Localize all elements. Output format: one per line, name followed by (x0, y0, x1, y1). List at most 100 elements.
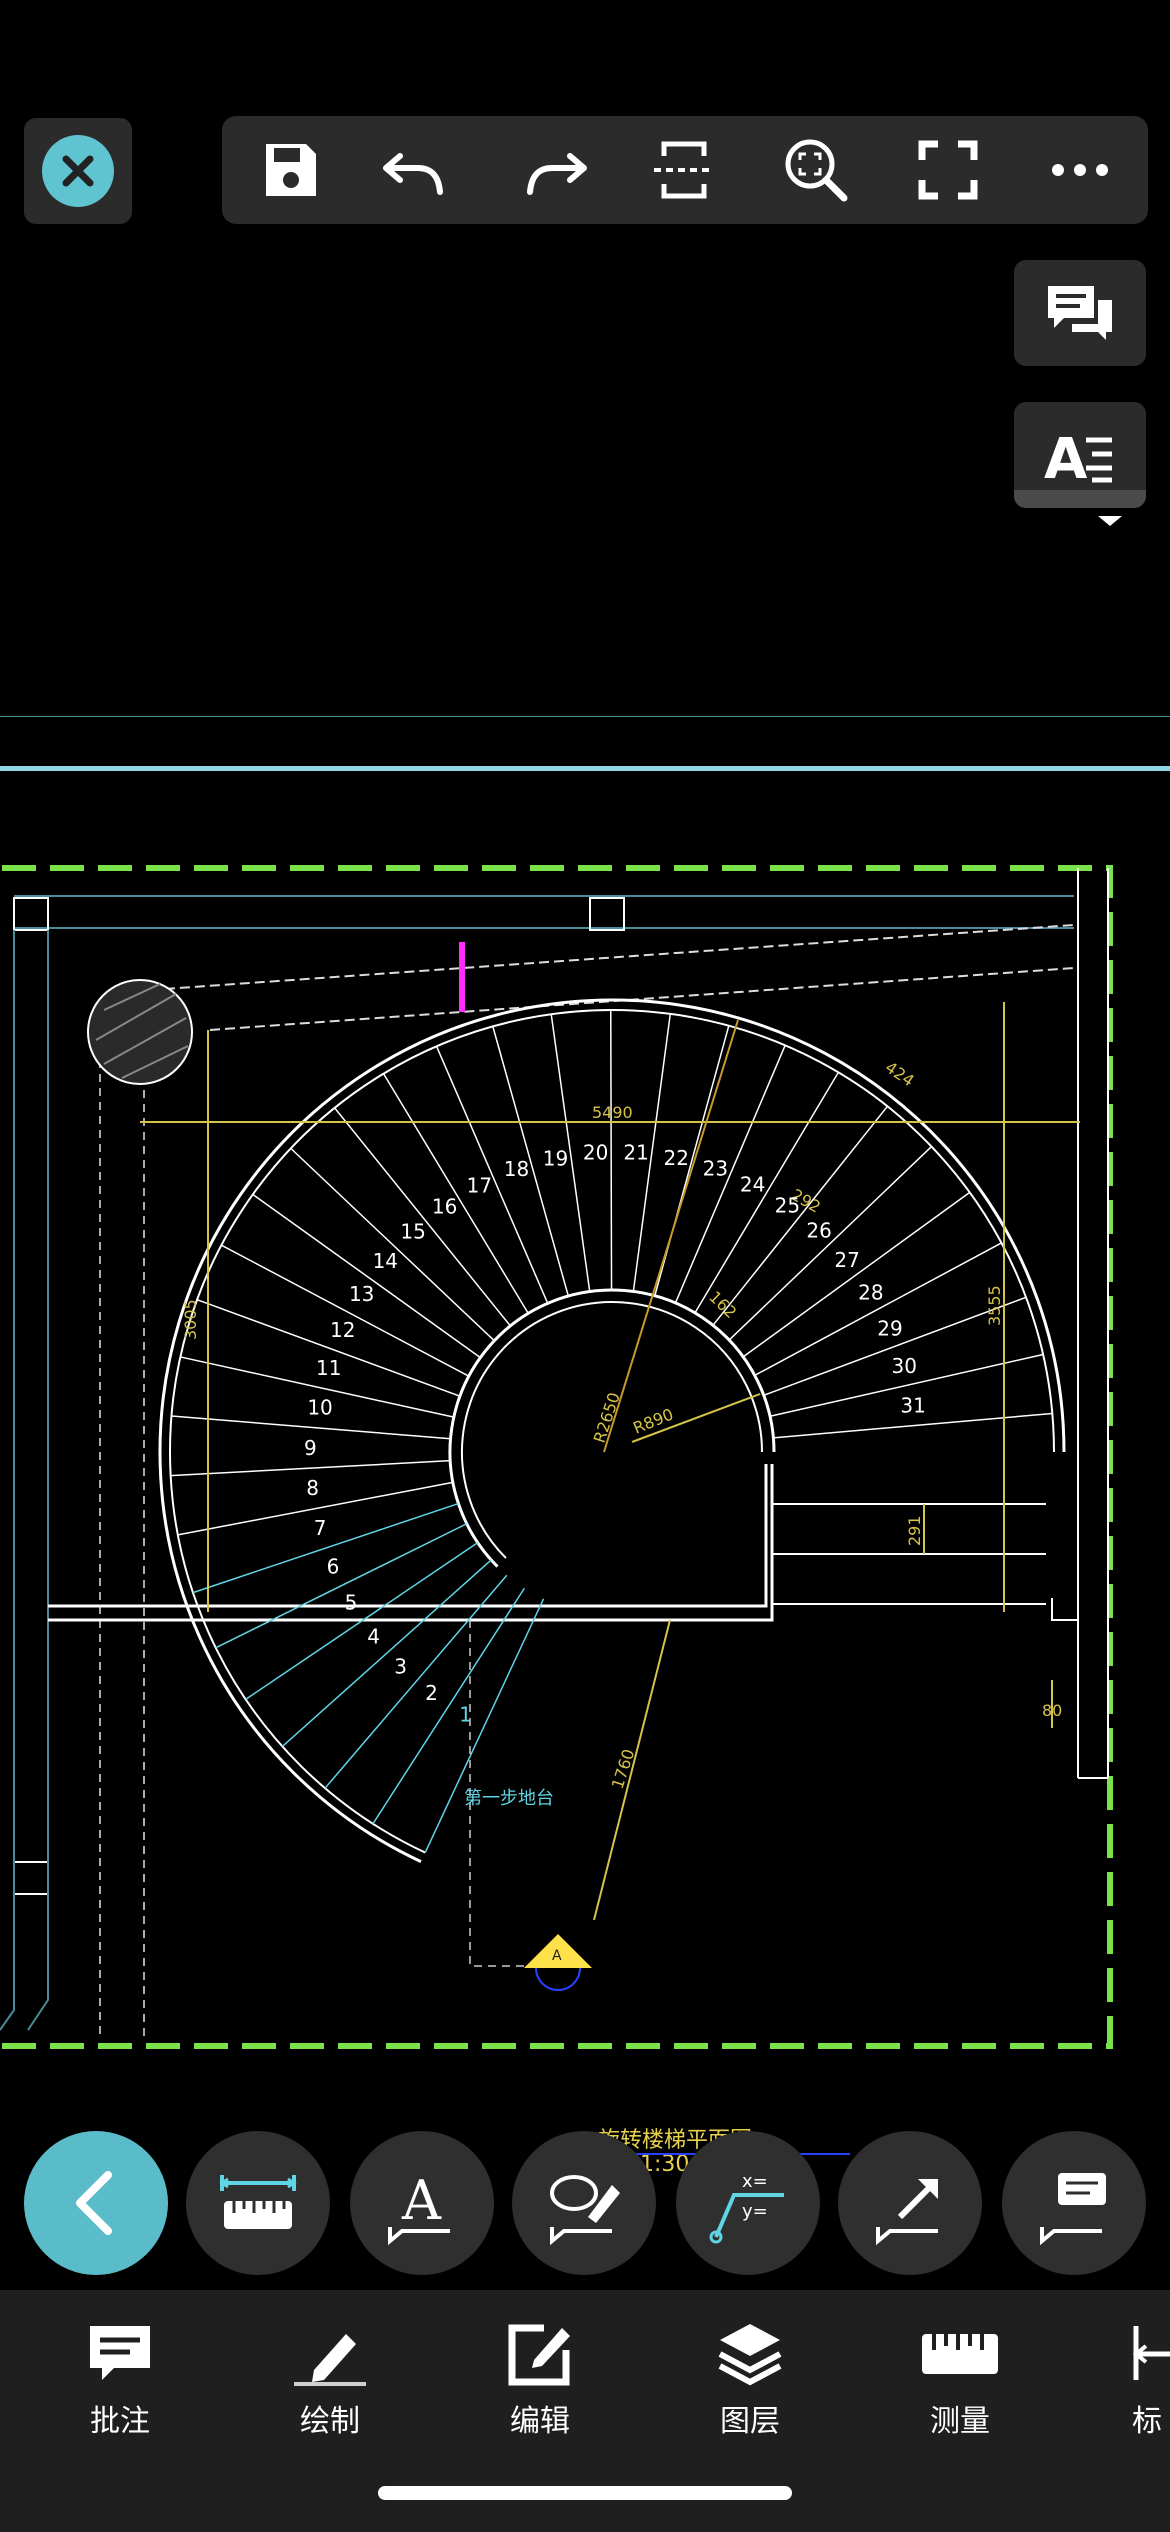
dim-text-1760: 1760 (608, 1747, 639, 1792)
save-icon[interactable] (254, 134, 326, 206)
arrow-leader-icon (876, 2179, 938, 2246)
tread-line (290, 1147, 495, 1342)
step-number: 15 (400, 1220, 425, 1244)
radius-text-outer: R2650 (590, 1390, 624, 1445)
tab-label: 批注 (90, 2404, 150, 2439)
step-number: 7 (314, 1516, 327, 1540)
text-annotation-button[interactable]: A (350, 2131, 494, 2275)
close-button[interactable] (24, 118, 132, 224)
svg-text:x=: x= (742, 2171, 768, 2192)
step-number: 19 (543, 1146, 568, 1170)
more-icon[interactable] (1044, 134, 1116, 206)
step-numbers: 123456789101112131415161718 19 20 21 22 23242… (304, 1141, 926, 1727)
step-number: 25 (775, 1193, 800, 1217)
coordinate-button[interactable]: x= y= (676, 2131, 820, 2275)
dim-text-424: 424 (882, 1058, 918, 1091)
coordinate-icon: x= y= (709, 2171, 784, 2244)
step-number: 10 (307, 1395, 332, 1419)
dim-text-162: 162 (705, 1287, 740, 1322)
zoom-extent-icon[interactable] (780, 134, 852, 206)
step-number: 29 (877, 1316, 902, 1340)
rail-line (149, 924, 1075, 1031)
cad-drawing-canvas[interactable]: 5490 3005 3555 R2650 R890 424 292 162 29… (0, 850, 1170, 2100)
tread-line (754, 1242, 1002, 1377)
arrow-leader-button[interactable] (838, 2131, 982, 2275)
tab-label: 测量 (930, 2404, 990, 2439)
step-number: 31 (900, 1394, 925, 1418)
expand-caret[interactable] (1014, 490, 1146, 526)
step-number: 6 (327, 1554, 340, 1578)
step-number: 27 (834, 1248, 859, 1272)
divider-line (0, 716, 1170, 717)
step-number: 2 (425, 1681, 438, 1705)
step-number: 21 (623, 1141, 648, 1165)
cloud-markup-button[interactable] (512, 2131, 656, 2275)
ruler-icon (922, 2334, 998, 2374)
tread-line (170, 1459, 451, 1477)
section-icon[interactable] (648, 134, 720, 206)
redo-icon[interactable] (520, 134, 592, 206)
measure-distance-button[interactable] (186, 2131, 330, 2275)
dim-text-80: 80 (1042, 1701, 1062, 1720)
text-style-icon: A (1044, 427, 1112, 486)
comment-icon (90, 2326, 150, 2380)
note-icon (1040, 2173, 1106, 2246)
svg-text:y=: y= (742, 2201, 768, 2222)
top-toolbar (222, 116, 1148, 224)
svg-text:A: A (401, 2169, 442, 2232)
tab-measure[interactable]: 测量 (880, 2320, 1040, 2440)
back-button[interactable] (24, 2131, 168, 2275)
left-wall (0, 930, 49, 2031)
step-number: 14 (373, 1249, 398, 1273)
step-number: 22 (664, 1146, 689, 1170)
step-number: 5 (345, 1591, 358, 1615)
step-number: 8 (306, 1476, 319, 1500)
undo-icon[interactable] (378, 134, 450, 206)
step-number: 20 (583, 1141, 608, 1165)
back-icon (76, 2171, 112, 2235)
text-style-button[interactable]: A (1014, 402, 1146, 526)
text-annotate-icon: A (388, 2169, 450, 2246)
tab-draw[interactable]: 绘制 (250, 2320, 410, 2440)
step-number: 3 (394, 1655, 407, 1679)
step-number: 13 (349, 1282, 374, 1306)
guide-line (99, 1060, 145, 2040)
tab-annotate[interactable]: 批注 (40, 2320, 200, 2440)
edit-icon (508, 2324, 570, 2386)
step-number: 11 (316, 1356, 341, 1380)
pencil-icon (294, 2334, 366, 2386)
svg-text:A: A (1044, 427, 1088, 486)
tab-layers[interactable]: 图层 (670, 2320, 830, 2440)
divider-line-bold (0, 766, 1170, 771)
dim-text-3555: 3555 (985, 1285, 1004, 1326)
tab-dimension[interactable]: 标 (1094, 2320, 1170, 2440)
tread-line (674, 1045, 786, 1304)
tread-line (435, 1046, 549, 1304)
note-button[interactable] (1002, 2131, 1146, 2275)
step-number: 18 (504, 1157, 529, 1181)
step-number: 12 (330, 1318, 355, 1342)
cloud-markup-icon (550, 2175, 620, 2246)
radius-text-inner: R890 (630, 1404, 676, 1437)
tread-line (221, 1244, 470, 1377)
dimension-icon (1132, 2326, 1170, 2380)
step-number: 23 (703, 1157, 728, 1181)
top-wall (14, 895, 1074, 929)
close-icon (42, 135, 114, 207)
tab-label: 绘制 (300, 2404, 360, 2439)
tread-line (424, 1598, 545, 1853)
right-wall (1077, 868, 1109, 1779)
landing-label: 第一步地台 (464, 1788, 554, 1809)
step-number: 28 (858, 1281, 883, 1305)
dim-text-5490: 5490 (592, 1103, 633, 1122)
comments-button[interactable] (1014, 260, 1146, 366)
ruler-measure-icon (219, 2175, 297, 2229)
fullscreen-icon[interactable] (912, 134, 984, 206)
step-number: 26 (806, 1219, 831, 1243)
radius-line-outer (603, 1019, 739, 1453)
step-number: 30 (891, 1354, 916, 1378)
column-box (589, 897, 625, 931)
tab-edit[interactable]: 编辑 (460, 2320, 620, 2440)
step-number: 16 (432, 1194, 457, 1218)
step-number: 9 (304, 1436, 317, 1460)
